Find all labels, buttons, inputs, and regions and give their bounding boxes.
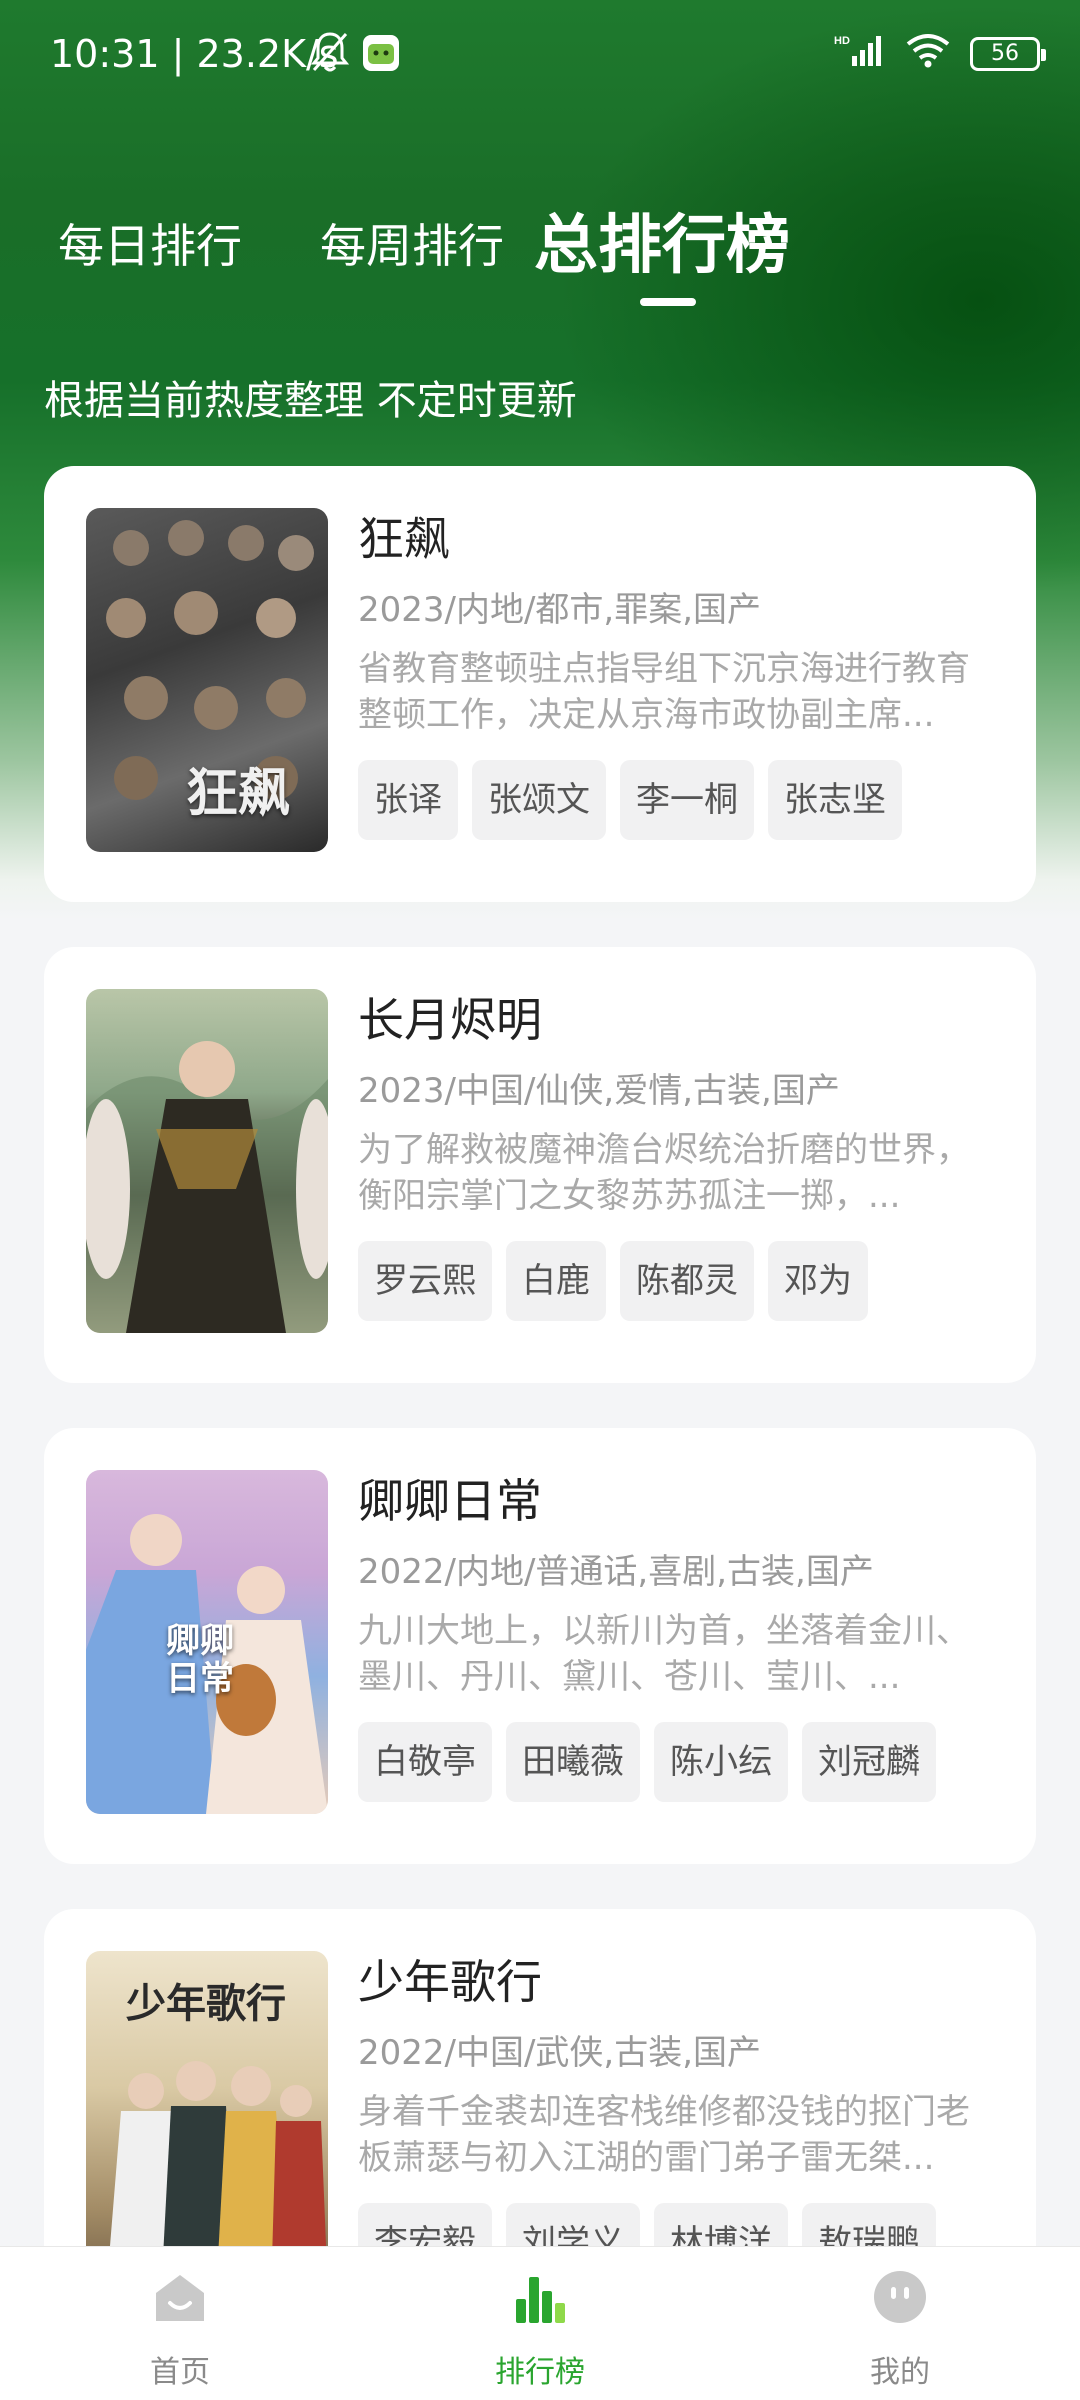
- item-title[interactable]: 长月烬明: [358, 989, 998, 1051]
- poster-image[interactable]: 少年歌行: [86, 1951, 328, 2295]
- poster-title-text: 卿卿日常: [166, 1621, 234, 1699]
- app-notification-icon: [362, 34, 400, 81]
- item-description: 九川大地上，以新川为首，坐落着金川、墨川、丹川、黛川、苍川、莹川、...: [358, 1611, 970, 1697]
- nav-profile[interactable]: 我的: [800, 2247, 1000, 2400]
- item-title[interactable]: 狂飙: [358, 508, 998, 570]
- item-description: 省教育整顿驻点指导组下沉京海进行教育整顿工作，决定从京海市政协副主席...: [358, 649, 970, 735]
- wifi-icon: [904, 32, 952, 77]
- battery-icon: 56: [970, 37, 1046, 71]
- poster-title-text: 少年歌行: [126, 1980, 286, 2027]
- item-info: 长月烬明 2023/中国/仙侠,爱情,古装,国产 为了解救被魔神澹台烬统治折磨的…: [358, 989, 998, 1321]
- item-description: 为了解救被魔神澹台烬统治折磨的世界，衡阳宗掌门之女黎苏苏孤注一掷，...: [358, 1130, 970, 1216]
- cast-tag[interactable]: 陈小纭: [654, 1722, 788, 1802]
- cellular-signal-icon: HD: [834, 32, 886, 77]
- home-icon: [152, 2269, 208, 2325]
- cast-tag[interactable]: 张颂文: [472, 760, 606, 840]
- cast-tag[interactable]: 陈都灵: [620, 1241, 754, 1321]
- item-info: 狂飙 2023/内地/都市,罪案,国产 省教育整顿驻点指导组下沉京海进行教育整顿…: [358, 508, 998, 840]
- poster-image[interactable]: [86, 989, 328, 1333]
- item-meta: 2022/内地/普通话,喜剧,古装,国产: [358, 1552, 874, 1592]
- tab-daily-ranking[interactable]: 每日排行: [58, 210, 242, 276]
- nav-ranking[interactable]: 排行榜: [440, 2247, 640, 2400]
- item-description: 身着千金裘却连客栈维修都没钱的抠门老板萧瑟与初入江湖的雷门弟子雷无桀...: [358, 2092, 970, 2178]
- item-meta: 2023/内地/都市,罪案,国产: [358, 590, 762, 630]
- svg-text:HD: HD: [834, 35, 850, 47]
- list-item[interactable]: 狂飙 狂飙 2023/内地/都市,罪案,国产 省教育整顿驻点指导组下沉京海进行教…: [44, 466, 1036, 902]
- nav-ranking-label: 排行榜: [495, 2355, 585, 2390]
- ranking-list: 狂飙 狂飙 2023/内地/都市,罪案,国产 省教育整顿驻点指导组下沉京海进行教…: [44, 466, 1036, 2390]
- poster-image[interactable]: 卿卿日常: [86, 1470, 328, 1814]
- status-bar: 10:31 | 23.2K/s HD 56: [0, 0, 1080, 110]
- poster-title-text: 狂飙: [186, 763, 291, 824]
- cast-tag[interactable]: 白敬亭: [358, 1722, 492, 1802]
- item-meta: 2022/中国/武侠,古装,国产: [358, 2033, 762, 2073]
- cast-tags: 白敬亭 田曦薇 陈小纭 刘冠麟: [358, 1722, 998, 1802]
- item-info: 卿卿日常 2022/内地/普通话,喜剧,古装,国产 九川大地上，以新川为首，坐落…: [358, 1470, 998, 1802]
- cast-tag[interactable]: 田曦薇: [506, 1722, 640, 1802]
- profile-icon: [872, 2269, 928, 2325]
- ranking-subtitle: 根据当前热度整理 不定时更新: [44, 378, 577, 424]
- nav-home[interactable]: 首页: [80, 2247, 280, 2400]
- nav-home-label: 首页: [150, 2355, 210, 2390]
- list-item[interactable]: 卿卿日常 卿卿日常 2022/内地/普通话,喜剧,古装,国产 九川大地上，以新川…: [44, 1428, 1036, 1864]
- item-info: 少年歌行 2022/中国/武侠,古装,国产 身着千金裘却连客栈维修都没钱的抠门老…: [358, 1951, 998, 2283]
- cast-tag[interactable]: 罗云熙: [358, 1241, 492, 1321]
- list-item[interactable]: 长月烬明 2023/中国/仙侠,爱情,古装,国产 为了解救被魔神澹台烬统治折磨的…: [44, 947, 1036, 1383]
- item-title[interactable]: 少年歌行: [358, 1951, 998, 2013]
- mute-bell-icon: [310, 30, 350, 83]
- cast-tag[interactable]: 刘冠麟: [802, 1722, 936, 1802]
- poster-image[interactable]: 狂飙: [86, 508, 328, 852]
- nav-profile-label: 我的: [870, 2355, 930, 2390]
- cast-tag[interactable]: 邓为: [768, 1241, 868, 1321]
- tab-weekly-ranking[interactable]: 每周排行: [320, 210, 504, 276]
- status-icons: HD 56: [834, 30, 1046, 78]
- status-time: 10:31 | 23.2K/s: [50, 32, 339, 76]
- ranking-page: 10:31 | 23.2K/s HD 56 每日排行 每周排行 总排行榜 根据当…: [0, 0, 1080, 2400]
- tab-total-ranking[interactable]: 总排行榜: [534, 194, 790, 286]
- cast-tag[interactable]: 李一桐: [620, 760, 754, 840]
- active-tab-indicator: [640, 298, 696, 306]
- item-meta: 2023/中国/仙侠,爱情,古装,国产: [358, 1071, 840, 1111]
- cast-tag[interactable]: 张志坚: [768, 760, 902, 840]
- ranking-icon: [512, 2269, 568, 2325]
- cast-tags: 张译 张颂文 李一桐 张志坚: [358, 760, 998, 840]
- cast-tags: 罗云熙 白鹿 陈都灵 邓为: [358, 1241, 998, 1321]
- cast-tag[interactable]: 张译: [358, 760, 458, 840]
- item-title[interactable]: 卿卿日常: [358, 1470, 998, 1532]
- ranking-tabs: 每日排行 每周排行 总排行榜: [0, 190, 1080, 310]
- battery-level: 56: [991, 41, 1019, 66]
- cast-tag[interactable]: 白鹿: [506, 1241, 606, 1321]
- bottom-navigation: 首页 排行榜 我的: [0, 2246, 1080, 2400]
